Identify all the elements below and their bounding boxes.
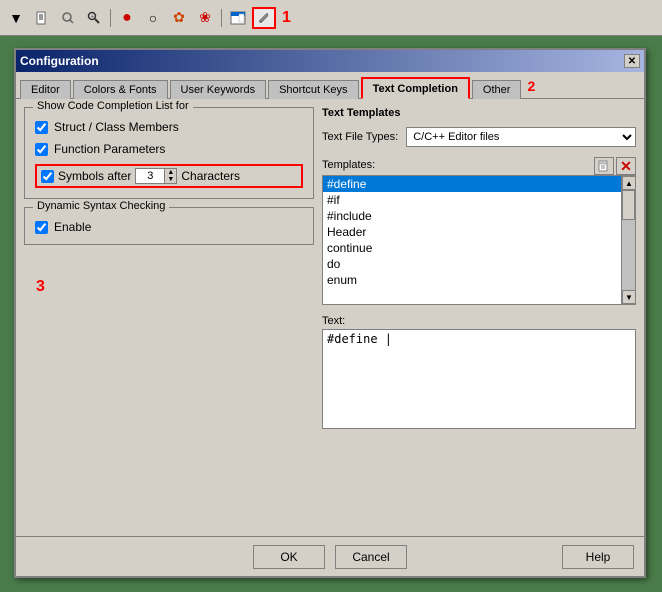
dialog-title: Configuration: [20, 54, 99, 68]
text-templates-title: Text Templates: [322, 107, 636, 119]
function-params-checkbox[interactable]: [35, 143, 48, 156]
tool2-button[interactable]: ❀: [193, 7, 217, 29]
text-editor[interactable]: #define |: [322, 329, 636, 429]
struct-members-label: Struct / Class Members: [54, 120, 179, 134]
symbols-checkbox[interactable]: [41, 170, 54, 183]
scroll-thumb[interactable]: [622, 190, 635, 220]
tab-editor[interactable]: Editor: [20, 80, 71, 99]
template-item-header[interactable]: Header: [323, 224, 621, 240]
spinner-arrows: ▲ ▼: [164, 169, 176, 183]
wrench-button[interactable]: [252, 7, 276, 29]
function-params-label: Function Parameters: [54, 142, 165, 156]
svg-text:+: +: [91, 14, 94, 20]
dropdown-button[interactable]: ▼: [4, 7, 28, 29]
toolbar-number: 1: [282, 9, 291, 27]
enable-label: Enable: [54, 220, 91, 234]
spinner-up-button[interactable]: ▲: [164, 169, 176, 176]
symbols-row: Symbols after 3 ▲ ▼ Characters: [35, 164, 303, 188]
show-code-group-title: Show Code Completion List for: [33, 100, 193, 112]
template-item-enum[interactable]: enum: [323, 272, 621, 288]
help-button[interactable]: Help: [562, 545, 634, 569]
red-circle-button[interactable]: ●: [115, 7, 139, 29]
symbols-after-label: Symbols after: [58, 169, 131, 183]
search-button[interactable]: [56, 7, 80, 29]
dialog-close-button[interactable]: ✕: [624, 54, 640, 68]
right-panel: Text Templates Text File Types: C/C++ Ed…: [322, 107, 636, 542]
enable-row: Enable: [35, 220, 303, 234]
tool1-button[interactable]: ✿: [167, 7, 191, 29]
templates-delete-button[interactable]: ✕: [616, 157, 636, 175]
separator2: [221, 9, 222, 27]
tab-text-completion[interactable]: Text Completion: [361, 77, 470, 99]
struct-members-checkbox[interactable]: [35, 121, 48, 134]
scroll-down-arrow[interactable]: ▼: [622, 290, 636, 304]
templates-actions: ✕: [594, 157, 636, 175]
text-label: Text:: [322, 315, 636, 327]
symbols-value-input[interactable]: 3: [136, 169, 164, 183]
toolbar: ▼ + ● ○ ✿ ❀: [0, 0, 662, 36]
dialog-tabs: Editor Colors & Fonts User Keywords Shor…: [16, 72, 644, 99]
templates-list-wrapper: #define #if #include Header continue do …: [322, 175, 636, 305]
template-item-do[interactable]: do: [323, 256, 621, 272]
scroll-track: [622, 190, 635, 290]
symbols-spinner: 3 ▲ ▼: [135, 168, 177, 184]
dialog-footer: OK Cancel Help: [16, 536, 644, 576]
template-item-continue[interactable]: continue: [323, 240, 621, 256]
magnify-button[interactable]: +: [82, 7, 106, 29]
text-section: Text: #define |: [322, 311, 636, 429]
templates-label: Templates:: [322, 159, 375, 171]
templates-scrollbar[interactable]: ▲ ▼: [621, 176, 635, 304]
separator1: [110, 9, 111, 27]
tab-other[interactable]: Other: [472, 80, 522, 99]
templates-header: Templates: ✕: [322, 157, 636, 175]
function-params-row: Function Parameters: [35, 142, 303, 156]
scroll-up-arrow[interactable]: ▲: [622, 176, 636, 190]
ok-button[interactable]: OK: [253, 545, 325, 569]
tab-colors-fonts[interactable]: Colors & Fonts: [73, 80, 168, 99]
row-number-badge: 3: [36, 278, 45, 296]
configuration-dialog: Configuration ✕ Editor Colors & Fonts Us…: [14, 48, 646, 578]
templates-new-button[interactable]: [594, 157, 614, 175]
struct-members-row: Struct / Class Members: [35, 120, 303, 134]
cancel-button[interactable]: Cancel: [335, 545, 407, 569]
template-item-if[interactable]: #if: [323, 192, 621, 208]
template-item-include[interactable]: #include: [323, 208, 621, 224]
show-code-completion-group: Show Code Completion List for Struct / C…: [24, 107, 314, 199]
dialog-content: Show Code Completion List for Struct / C…: [16, 99, 644, 550]
templates-section: Templates: ✕: [322, 157, 636, 305]
tab-number-badge: 2: [527, 78, 535, 94]
spinner-down-button[interactable]: ▼: [164, 176, 176, 183]
tab-shortcut-keys[interactable]: Shortcut Keys: [268, 80, 358, 99]
window-button[interactable]: [226, 7, 250, 29]
circle-button[interactable]: ○: [141, 7, 165, 29]
dynamic-syntax-title: Dynamic Syntax Checking: [33, 200, 169, 212]
characters-label: Characters: [181, 169, 240, 183]
file-types-label: Text File Types:: [322, 131, 398, 143]
left-panel: Show Code Completion List for Struct / C…: [24, 107, 314, 542]
tab-user-keywords[interactable]: User Keywords: [170, 80, 267, 99]
file-type-row: Text File Types: C/C++ Editor files All …: [322, 127, 636, 147]
dynamic-syntax-group: Dynamic Syntax Checking Enable: [24, 207, 314, 245]
file-button[interactable]: [30, 7, 54, 29]
template-item-define[interactable]: #define: [323, 176, 621, 192]
templates-list: #define #if #include Header continue do …: [323, 176, 621, 304]
dialog-titlebar: Configuration ✕: [16, 50, 644, 72]
file-types-select[interactable]: C/C++ Editor files All files Pascal file…: [406, 127, 636, 147]
enable-checkbox[interactable]: [35, 221, 48, 234]
